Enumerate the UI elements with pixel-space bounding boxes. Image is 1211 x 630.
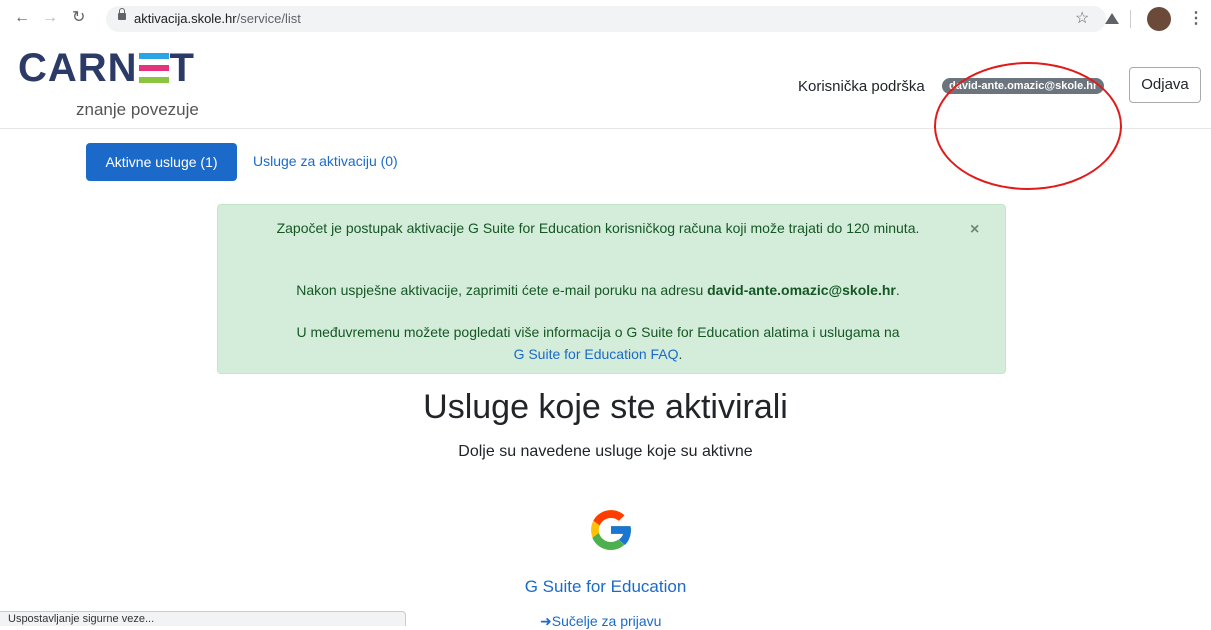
tab-active-services[interactable]: Aktivne usluge (1) <box>86 143 237 181</box>
alert-line-2: Nakon uspješne aktivacije, zaprimiti ćet… <box>248 279 948 301</box>
alert-line-3-end: . <box>678 346 683 362</box>
reload-icon[interactable]: ↻ <box>72 8 85 28</box>
browser-status-bar: Uspostavljanje sigurne veze... <box>0 611 406 626</box>
address-bar[interactable]: aktivacija.skole.hr/service/list <box>106 6 1106 32</box>
logout-button[interactable]: Odjava <box>1129 67 1201 103</box>
service-name[interactable]: G Suite for Education <box>0 577 1211 597</box>
menu-dots-icon[interactable]: ⋮ <box>1188 8 1204 28</box>
alert-line-3: U međuvremenu možete pogledati više info… <box>248 321 948 365</box>
activation-alert: Započet je postupak aktivacije G Suite f… <box>217 204 1006 374</box>
star-icon[interactable]: ☆ <box>1075 8 1089 28</box>
drive-icon[interactable] <box>1105 13 1119 24</box>
alert-email: david-ante.omazic@skole.hr <box>707 282 896 298</box>
logo-text-left: CARN <box>18 46 138 90</box>
page-title: Usluge koje ste aktivirali <box>423 388 788 426</box>
logo-tagline: znanje povezuje <box>76 100 199 119</box>
profile-avatar[interactable] <box>1147 7 1171 31</box>
logo-text-right: T <box>169 46 195 90</box>
forward-arrow-icon[interactable]: → <box>42 8 58 28</box>
close-icon[interactable]: × <box>970 221 979 239</box>
tab-services-to-activate[interactable]: Usluge za aktivaciju (0) <box>253 153 398 169</box>
url-text: aktivacija.skole.hr/service/list <box>134 11 301 26</box>
alert-line-2-text: Nakon uspješne aktivacije, zaprimiti ćet… <box>296 282 708 298</box>
support-link[interactable]: Korisnička podrška <box>798 78 925 95</box>
red-highlight-circle <box>934 62 1122 190</box>
page-subtitle: Dolje su navedene usluge koje su aktivne <box>458 443 753 460</box>
browser-toolbar: ← → ↻ aktivacija.skole.hr/service/list ☆… <box>0 0 1211 38</box>
login-link[interactable]: ➜Sučelje za prijavu <box>540 613 661 630</box>
alert-line-3-text: U međuvremenu možete pogledati više info… <box>296 324 900 340</box>
alert-line-2-end: . <box>895 282 900 298</box>
lock-icon <box>118 8 126 20</box>
sign-in-icon: ➜ <box>540 613 552 629</box>
back-arrow-icon[interactable]: ← <box>14 8 30 28</box>
toolbar-separator <box>1130 10 1131 28</box>
url-domain: aktivacija.skole.hr <box>134 11 237 26</box>
login-link-label: Sučelje za prijavu <box>551 613 662 629</box>
logo-e-bars <box>138 52 169 84</box>
google-g-icon[interactable] <box>585 504 637 556</box>
site-header: CARN T znanje povezuje Korisnička podrška… <box>0 38 1211 190</box>
url-path: /service/list <box>236 11 301 26</box>
alert-line-1: Započet je postupak aktivacije G Suite f… <box>276 220 920 236</box>
carnet-logo[interactable]: CARN T <box>18 46 195 91</box>
faq-link[interactable]: G Suite for Education FAQ <box>514 346 679 362</box>
